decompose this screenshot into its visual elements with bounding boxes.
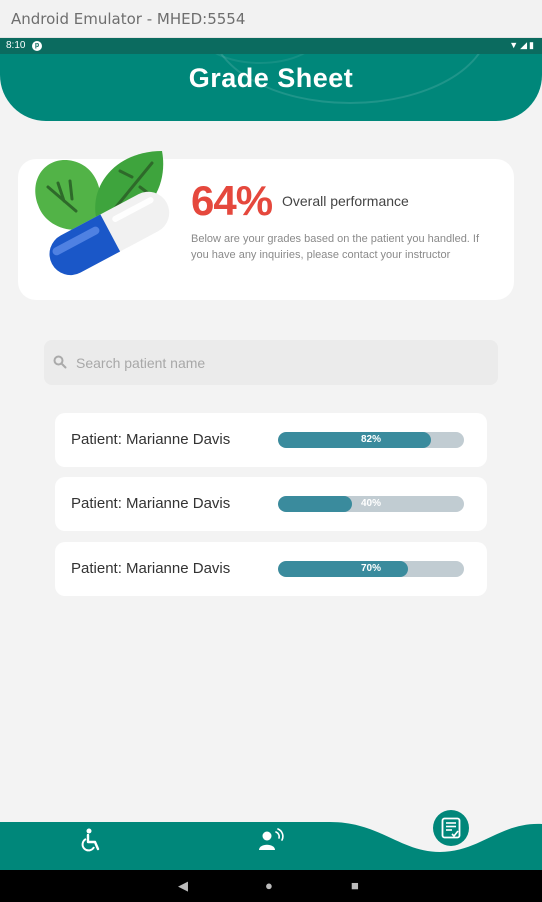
- app-notification-icon: p: [32, 41, 42, 51]
- overall-performance-label: Overall performance: [282, 193, 409, 209]
- back-icon[interactable]: ◀: [178, 878, 188, 894]
- emulator-titlebar: Android Emulator - MHED:5554: [0, 0, 542, 38]
- grade-progress-bar: 82%: [278, 432, 464, 448]
- grade-percent: 40%: [360, 498, 381, 509]
- grade-percent: 82%: [360, 434, 381, 445]
- system-status-icons: ▼◢▮: [509, 40, 536, 51]
- grade-progress-bar: 40%: [278, 496, 464, 512]
- nav-patient-button[interactable]: [251, 820, 291, 860]
- patient-name: Patient: Marianne Davis: [71, 560, 231, 577]
- status-bar: 8:10 p ▼◢▮: [0, 38, 542, 54]
- overall-percent: 64%: [191, 177, 273, 224]
- home-icon[interactable]: ●: [265, 878, 273, 893]
- grade-progress-bar: 70%: [278, 561, 464, 577]
- nav-grade-sheet-button[interactable]: [433, 810, 469, 846]
- search-icon: [53, 355, 67, 369]
- android-nav-bar: ◀ ● ■: [0, 870, 542, 902]
- patient-row[interactable]: Patient: Marianne Davis 40%: [55, 477, 487, 531]
- patient-name: Patient: Marianne Davis: [71, 495, 231, 512]
- window-title: Android Emulator - MHED:5554: [11, 10, 246, 28]
- nav-wheelchair-button[interactable]: [71, 820, 111, 860]
- search-input[interactable]: [76, 340, 486, 385]
- wheelchair-icon: [81, 828, 100, 852]
- performance-description: Below are your grades based on the patie…: [191, 233, 480, 261]
- patient-name: Patient: Marianne Davis: [71, 431, 231, 448]
- search-bar[interactable]: [44, 340, 498, 385]
- pill-with-leaves-illustration: [35, 151, 170, 276]
- patient-row[interactable]: Patient: Marianne Davis 82%: [55, 413, 487, 467]
- signal-icon: ◢: [520, 40, 530, 50]
- user-voice-icon: [259, 828, 284, 850]
- grade-sheet-icon: [441, 817, 461, 839]
- status-time: 8:10: [6, 40, 26, 51]
- patient-row[interactable]: Patient: Marianne Davis 70%: [55, 542, 487, 596]
- wifi-icon: ▼: [509, 40, 521, 50]
- battery-icon: ▮: [529, 40, 536, 50]
- recents-icon[interactable]: ■: [351, 878, 359, 893]
- grade-percent: 70%: [360, 563, 381, 574]
- app-header: Grade Sheet: [0, 54, 542, 121]
- page-title: Grade Sheet: [188, 63, 354, 93]
